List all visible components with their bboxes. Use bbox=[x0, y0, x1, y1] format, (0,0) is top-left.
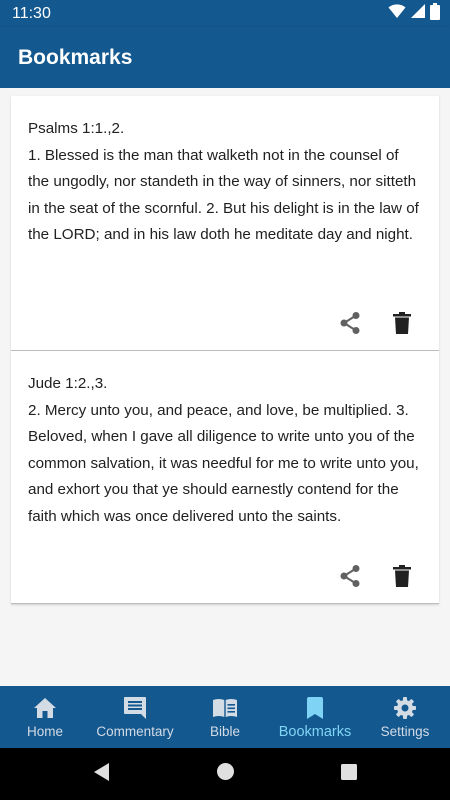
status-time: 11:30 bbox=[12, 4, 51, 22]
bookmark-reference: Psalms 1:1.,2. bbox=[28, 120, 125, 137]
share-icon[interactable] bbox=[337, 563, 363, 589]
status-icons bbox=[388, 2, 440, 25]
recents-icon[interactable] bbox=[340, 763, 357, 785]
home-circle-icon[interactable] bbox=[216, 763, 234, 785]
bottom-nav: Home Commentary Bible Bookmarks Settings bbox=[0, 686, 450, 748]
bookmark-icon bbox=[307, 695, 323, 721]
bookmark-content: Psalms 1:1.,2. 1. Blessed is the man tha… bbox=[11, 96, 439, 249]
page-title: Bookmarks bbox=[18, 45, 133, 69]
bookmark-card[interactable]: Psalms 1:1.,2. 1. Blessed is the man tha… bbox=[11, 96, 439, 351]
nav-label-bible: Bible bbox=[209, 724, 241, 739]
app-bar: Bookmarks bbox=[0, 27, 450, 88]
book-icon bbox=[212, 695, 238, 721]
nav-item-commentary[interactable]: Commentary bbox=[90, 686, 180, 748]
status-bar: 11:30 bbox=[0, 0, 450, 27]
bookmark-actions bbox=[337, 563, 415, 589]
back-icon[interactable] bbox=[93, 762, 110, 786]
bookmark-list[interactable]: Psalms 1:1.,2. 1. Blessed is the man tha… bbox=[0, 88, 450, 686]
nav-item-home[interactable]: Home bbox=[0, 686, 90, 748]
bookmark-card[interactable]: Jude 1:2.,3. 2. Mercy unto you, and peac… bbox=[11, 351, 439, 604]
nav-label-home: Home bbox=[26, 724, 63, 739]
bookmark-verse-text: 1. Blessed is the man that walketh not i… bbox=[28, 146, 419, 244]
share-icon[interactable] bbox=[337, 310, 363, 336]
bookmark-actions bbox=[337, 310, 415, 336]
nav-item-bookmarks[interactable]: Bookmarks bbox=[270, 686, 360, 748]
nav-item-bible[interactable]: Bible bbox=[180, 686, 270, 748]
bookmark-verse-text: 2. Mercy unto you, and peace, and love, … bbox=[28, 401, 419, 525]
nav-item-settings[interactable]: Settings bbox=[360, 686, 450, 748]
gear-icon bbox=[394, 695, 416, 721]
wifi-icon bbox=[388, 3, 406, 24]
delete-icon[interactable] bbox=[389, 563, 415, 589]
home-icon bbox=[34, 695, 56, 721]
delete-icon[interactable] bbox=[389, 310, 415, 336]
nav-label-settings: Settings bbox=[380, 724, 430, 739]
system-nav-bar bbox=[0, 748, 450, 800]
battery-icon bbox=[430, 2, 440, 25]
nav-label-commentary: Commentary bbox=[96, 724, 174, 739]
bookmark-content: Jude 1:2.,3. 2. Mercy unto you, and peac… bbox=[11, 351, 439, 530]
bookmark-reference: Jude 1:2.,3. bbox=[28, 375, 108, 392]
nav-label-bookmarks: Bookmarks bbox=[278, 723, 352, 740]
comment-icon bbox=[123, 695, 147, 721]
signal-icon bbox=[410, 3, 426, 24]
